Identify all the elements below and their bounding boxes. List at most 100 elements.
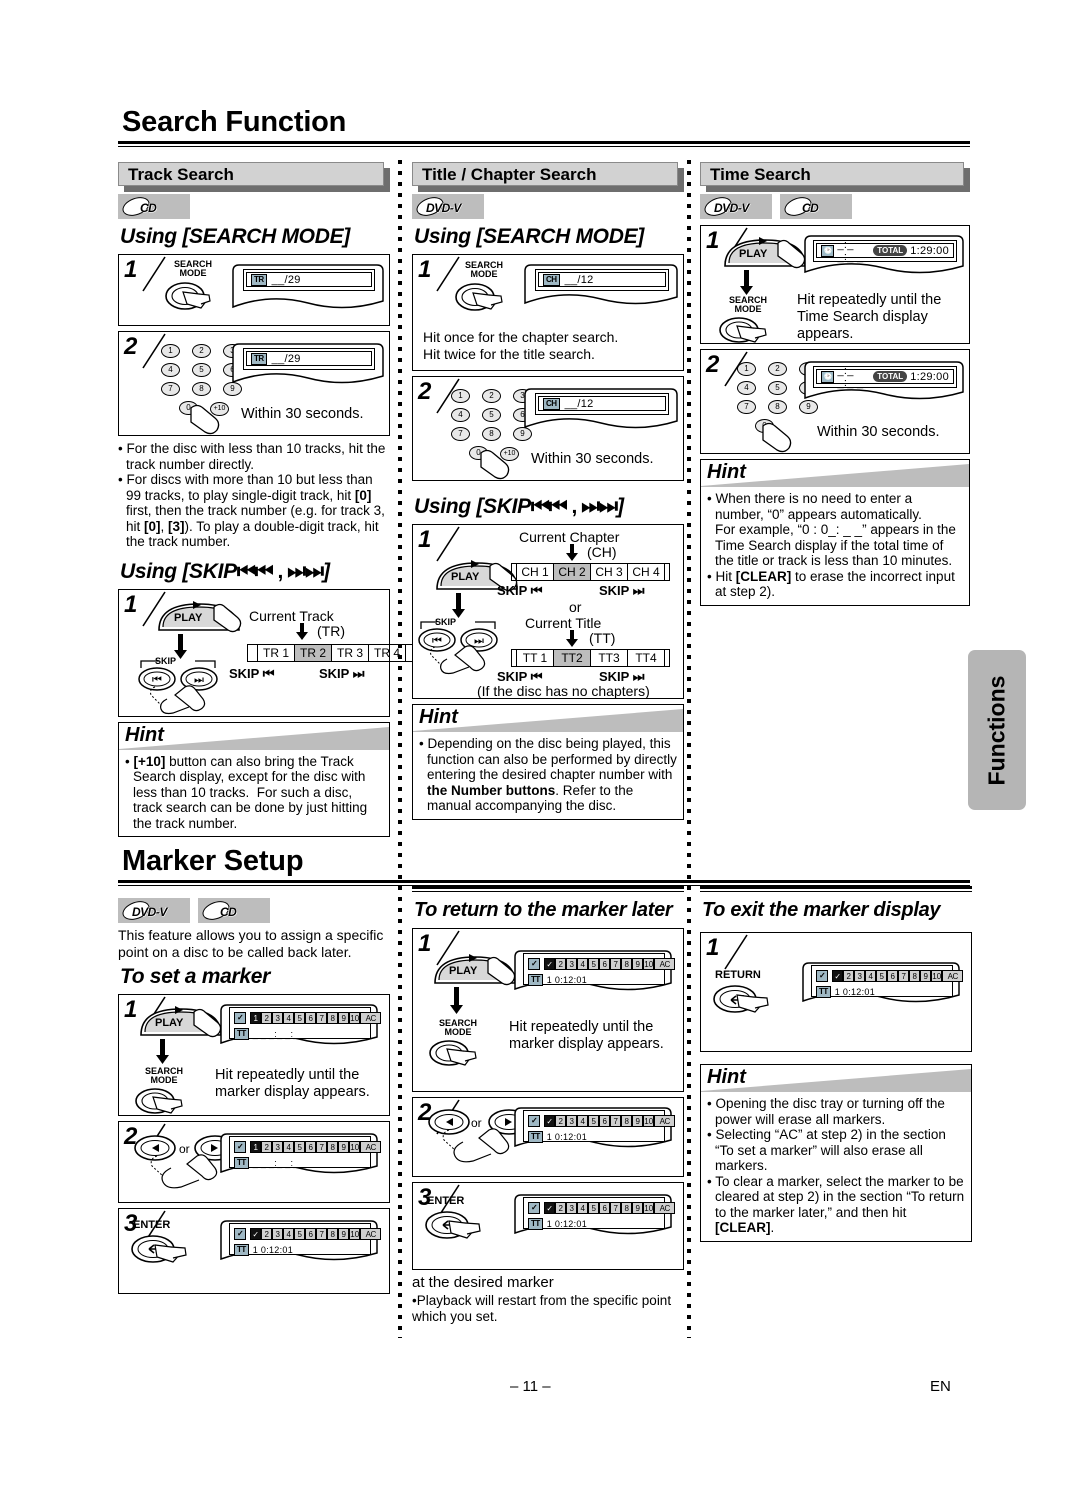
- marker-cell-4[interactable]: 4: [283, 1012, 295, 1024]
- marker-cell-5[interactable]: 5: [588, 1115, 600, 1127]
- marker-cell-4[interactable]: 4: [577, 1115, 589, 1127]
- marker-cell-5[interactable]: 5: [876, 970, 888, 982]
- marker-cell-6[interactable]: 6: [887, 970, 899, 982]
- search-mode-button[interactable]: SEARCH MODE: [717, 296, 779, 353]
- key-4[interactable]: 4: [737, 381, 756, 395]
- marker-cell-4[interactable]: 4: [577, 958, 589, 970]
- marker-cell-4[interactable]: 4: [283, 1141, 295, 1153]
- marker-cell-1[interactable]: ✓: [250, 1228, 262, 1240]
- marker-cell-8[interactable]: 8: [621, 1202, 633, 1214]
- marker-cell-9[interactable]: 9: [920, 970, 932, 982]
- marker-cell-8[interactable]: 8: [327, 1228, 339, 1240]
- search-mode-button[interactable]: SEARCH MODE: [163, 260, 223, 323]
- marker-cell-7[interactable]: 7: [316, 1012, 328, 1024]
- marker-cell-7[interactable]: 7: [610, 958, 622, 970]
- marker-cell-ac[interactable]: AC: [360, 1012, 382, 1024]
- marker-cell-10[interactable]: 10: [349, 1141, 361, 1153]
- marker-cell-ac[interactable]: AC: [654, 958, 676, 970]
- marker-cell-10[interactable]: 10: [643, 1115, 655, 1127]
- key-5[interactable]: 5: [482, 408, 501, 422]
- marker-cell-1[interactable]: ✓: [544, 1115, 556, 1127]
- marker-cell-8[interactable]: 8: [327, 1012, 339, 1024]
- search-mode-button[interactable]: SEARCH MODE: [427, 1019, 489, 1076]
- enter-button-icon[interactable]: [423, 1207, 509, 1245]
- marker-cells[interactable]: ✓ 2 3 4 5 6 7 8 9 10 AC: [544, 1115, 676, 1127]
- marker-cells[interactable]: 1 2 3 4 5 6 7 8 9 10 AC: [250, 1141, 382, 1153]
- marker-cell-2[interactable]: 2: [555, 958, 567, 970]
- marker-cell-ac[interactable]: AC: [942, 970, 964, 982]
- marker-cell-1[interactable]: ✓: [544, 958, 556, 970]
- key-1[interactable]: 1: [161, 344, 180, 358]
- marker-cell-3[interactable]: 3: [854, 970, 866, 982]
- key-2[interactable]: 2: [192, 344, 211, 358]
- marker-cell-9[interactable]: 9: [338, 1012, 350, 1024]
- marker-cell-7[interactable]: 7: [316, 1141, 328, 1153]
- marker-cell-4[interactable]: 4: [865, 970, 877, 982]
- marker-cells[interactable]: ✓ 2 3 4 5 6 7 8 9 10 AC: [544, 1202, 676, 1214]
- marker-cell-9[interactable]: 9: [338, 1141, 350, 1153]
- key-7[interactable]: 7: [451, 427, 470, 441]
- marker-cell-4[interactable]: 4: [283, 1228, 295, 1240]
- search-mode-button[interactable]: SEARCH MODE: [133, 1067, 195, 1124]
- marker-cell-8[interactable]: 8: [327, 1141, 339, 1153]
- marker-cell-3[interactable]: 3: [272, 1141, 284, 1153]
- marker-cell-2[interactable]: 2: [261, 1141, 273, 1153]
- marker-cell-7[interactable]: 7: [316, 1228, 328, 1240]
- marker-cell-7[interactable]: 7: [610, 1115, 622, 1127]
- key-7[interactable]: 7: [737, 400, 756, 414]
- marker-cell-5[interactable]: 5: [294, 1012, 306, 1024]
- marker-cell-1[interactable]: ✓: [544, 1202, 556, 1214]
- marker-cell-6[interactable]: 6: [305, 1228, 317, 1240]
- marker-cell-9[interactable]: 9: [632, 958, 644, 970]
- marker-cell-5[interactable]: 5: [294, 1228, 306, 1240]
- marker-cell-3[interactable]: 3: [566, 1115, 578, 1127]
- marker-cell-2[interactable]: 2: [843, 970, 855, 982]
- marker-cell-9[interactable]: 9: [338, 1228, 350, 1240]
- marker-cell-ac[interactable]: AC: [654, 1202, 676, 1214]
- key-2[interactable]: 2: [768, 362, 787, 376]
- marker-cells[interactable]: ✓ 2 3 4 5 6 7 8 9 10 AC: [250, 1228, 382, 1240]
- marker-cell-6[interactable]: 6: [305, 1141, 317, 1153]
- marker-cell-3[interactable]: 3: [272, 1228, 284, 1240]
- marker-cells[interactable]: ✓ 2 3 4 5 6 7 8 9 10 AC: [832, 970, 964, 982]
- key-5[interactable]: 5: [192, 363, 211, 377]
- marker-cell-10[interactable]: 10: [643, 958, 655, 970]
- marker-cells[interactable]: 1 2 3 4 5 6 7 8 9 10 AC: [250, 1012, 382, 1024]
- marker-cell-1[interactable]: 1: [250, 1141, 262, 1153]
- marker-cell-5[interactable]: 5: [294, 1141, 306, 1153]
- marker-cell-5[interactable]: 5: [588, 958, 600, 970]
- key-4[interactable]: 4: [161, 363, 180, 377]
- marker-cell-1[interactable]: 1: [250, 1012, 262, 1024]
- marker-cell-2[interactable]: 2: [261, 1228, 273, 1240]
- key-5[interactable]: 5: [768, 381, 787, 395]
- marker-cell-2[interactable]: 2: [261, 1012, 273, 1024]
- marker-cell-3[interactable]: 3: [272, 1012, 284, 1024]
- marker-cell-3[interactable]: 3: [566, 1202, 578, 1214]
- search-mode-button[interactable]: SEARCH MODE: [453, 261, 515, 324]
- marker-cell-8[interactable]: 8: [909, 970, 921, 982]
- key-8[interactable]: 8: [482, 427, 501, 441]
- key-4[interactable]: 4: [451, 408, 470, 422]
- key-7[interactable]: 7: [161, 382, 180, 396]
- marker-cell-10[interactable]: 10: [349, 1228, 361, 1240]
- marker-cell-6[interactable]: 6: [305, 1012, 317, 1024]
- marker-cell-7[interactable]: 7: [610, 1202, 622, 1214]
- marker-cell-3[interactable]: 3: [566, 958, 578, 970]
- marker-cell-ac[interactable]: AC: [360, 1228, 382, 1240]
- marker-cell-10[interactable]: 10: [643, 1202, 655, 1214]
- marker-cell-8[interactable]: 8: [621, 1115, 633, 1127]
- marker-cell-ac[interactable]: AC: [654, 1115, 676, 1127]
- marker-cell-2[interactable]: 2: [555, 1202, 567, 1214]
- marker-cell-4[interactable]: 4: [577, 1202, 589, 1214]
- marker-cell-6[interactable]: 6: [599, 1115, 611, 1127]
- marker-cells[interactable]: ✓ 2 3 4 5 6 7 8 9 10 AC: [544, 958, 676, 970]
- marker-cell-2[interactable]: 2: [555, 1115, 567, 1127]
- marker-cell-10[interactable]: 10: [931, 970, 943, 982]
- key-1[interactable]: 1: [451, 389, 470, 403]
- key-8[interactable]: 8: [192, 382, 211, 396]
- marker-cell-ac[interactable]: AC: [360, 1141, 382, 1153]
- key-8[interactable]: 8: [768, 400, 787, 414]
- key-2[interactable]: 2: [482, 389, 501, 403]
- marker-cell-1[interactable]: ✓: [832, 970, 844, 982]
- marker-cell-7[interactable]: 7: [898, 970, 910, 982]
